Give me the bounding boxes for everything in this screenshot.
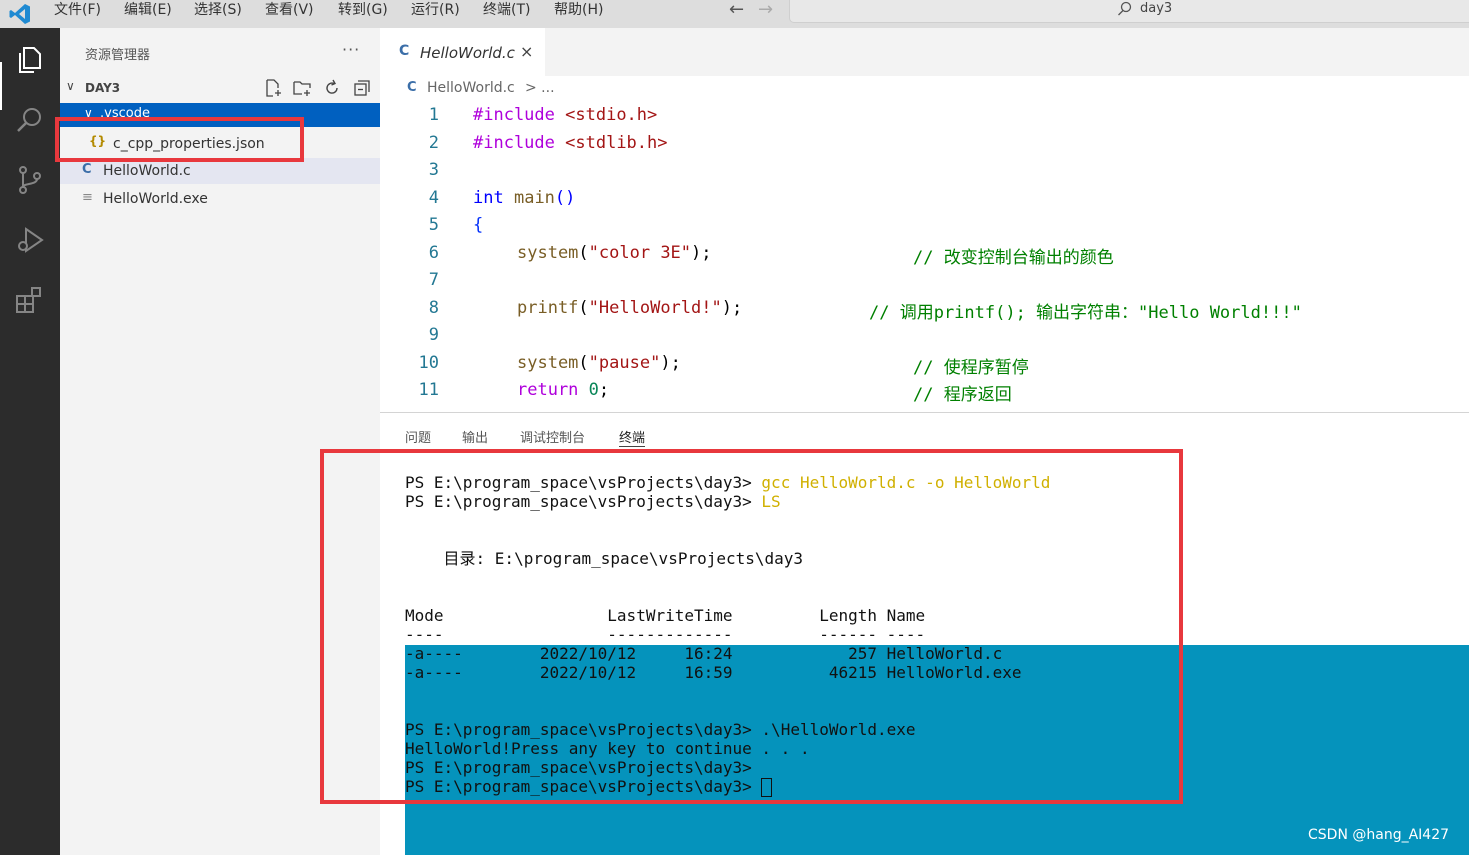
more-actions-button[interactable]: ··· xyxy=(342,40,360,59)
tab-problems[interactable]: 问题 xyxy=(405,427,431,446)
code-line[interactable]: system("color 3E"); xyxy=(517,243,712,263)
new-file-icon[interactable] xyxy=(263,78,283,98)
watermark: CSDN @hang_AI427 xyxy=(1308,827,1450,843)
breadcrumb-symbols[interactable]: > ... xyxy=(525,80,555,96)
search-text: day3 xyxy=(1140,1,1173,16)
vscode-logo-icon xyxy=(9,4,30,24)
c-file-icon: C xyxy=(399,43,410,59)
line-number: 8 xyxy=(428,298,439,318)
code-line[interactable]: return 0; xyxy=(517,380,609,400)
active-indicator xyxy=(0,62,2,110)
menu-run[interactable]: 运行(R) xyxy=(411,0,460,28)
tab-output[interactable]: 输出 xyxy=(462,427,488,446)
c-file-icon: C xyxy=(407,80,417,95)
collapse-all-icon[interactable] xyxy=(352,78,372,98)
line-number: 1 xyxy=(428,105,439,125)
menu-terminal[interactable]: 终端(T) xyxy=(483,0,530,28)
code-token: "pause" xyxy=(588,353,661,373)
breadcrumb-file[interactable]: HelloWorld.c xyxy=(427,80,515,96)
code-line[interactable]: #include <stdio.h> xyxy=(473,105,657,125)
explorer-title: 资源管理器 xyxy=(85,48,151,63)
code-token: system xyxy=(517,353,579,373)
close-icon[interactable]: × xyxy=(520,42,533,61)
panel-divider[interactable] xyxy=(380,412,1469,413)
line-number: 3 xyxy=(428,160,439,180)
forward-arrow-icon[interactable]: → xyxy=(758,0,773,20)
folder-chevron-icon[interactable]: ∨ xyxy=(66,79,75,93)
menu-goto[interactable]: 转到(G) xyxy=(338,0,388,28)
line-number: 11 xyxy=(418,380,439,400)
code-token: #include xyxy=(473,105,555,125)
code-token: int xyxy=(473,188,504,208)
code-comment: // 使程序暂停 xyxy=(913,358,1029,378)
highlight-box-terminal xyxy=(320,449,1183,804)
menu-help[interactable]: 帮助(H) xyxy=(554,0,603,28)
folder-title[interactable]: DAY3 xyxy=(85,81,120,95)
extensions-icon[interactable] xyxy=(14,284,46,316)
search-sidebar-icon[interactable] xyxy=(14,104,46,136)
tab-label: HelloWorld.c xyxy=(420,44,515,62)
code-line[interactable]: #include <stdlib.h> xyxy=(473,133,668,153)
code-comment: // 调用printf(); 输出字符串："Hello World!!!" xyxy=(869,303,1302,323)
back-arrow-icon[interactable]: ← xyxy=(729,0,744,20)
line-number: 4 xyxy=(428,188,439,208)
line-number: 5 xyxy=(428,215,439,235)
code-comment: // 程序返回 xyxy=(913,385,1012,405)
code-token: <stdio.h> xyxy=(565,105,658,125)
code-line[interactable]: system("pause"); xyxy=(517,353,681,373)
code-token: 0 xyxy=(588,380,599,400)
search-icon xyxy=(1118,1,1132,16)
code-token: main xyxy=(513,188,555,208)
code-token: return xyxy=(517,380,579,400)
code-token: "HelloWorld!" xyxy=(588,298,722,318)
code-line[interactable]: printf("HelloWorld!"); xyxy=(517,298,742,318)
code-token: #include xyxy=(473,133,555,153)
line-number: 10 xyxy=(418,353,439,373)
menu-view[interactable]: 查看(V) xyxy=(265,0,314,28)
menu-file[interactable]: 文件(F) xyxy=(54,0,101,28)
line-number: 7 xyxy=(428,270,439,290)
menu-edit[interactable]: 编辑(E) xyxy=(124,0,172,28)
line-number: 2 xyxy=(428,133,439,153)
code-line[interactable]: { xyxy=(473,215,483,235)
code-token: () xyxy=(554,188,576,208)
code-token: printf xyxy=(517,298,579,318)
source-control-icon[interactable] xyxy=(14,164,46,196)
tree-item-helloworld-exe[interactable]: HelloWorld.exe xyxy=(103,191,208,207)
run-debug-icon[interactable] xyxy=(14,224,46,256)
line-number: 6 xyxy=(428,243,439,263)
menu-selection[interactable]: 选择(S) xyxy=(194,0,242,28)
code-token: system xyxy=(517,243,579,263)
activity-bar xyxy=(0,28,60,855)
line-number: 9 xyxy=(428,325,439,345)
tab-debug-console[interactable]: 调试控制台 xyxy=(520,427,585,446)
new-folder-icon[interactable] xyxy=(292,78,312,98)
tab-terminal[interactable]: 终端 xyxy=(619,427,646,447)
code-token: "color 3E" xyxy=(588,243,692,263)
explorer-icon[interactable] xyxy=(14,44,46,76)
code-comment: // 改变控制台输出的颜色 xyxy=(913,248,1114,268)
exe-file-icon: ≡ xyxy=(82,190,93,205)
code-line[interactable]: int main() xyxy=(473,188,575,208)
c-file-icon: C xyxy=(82,162,92,177)
code-token: <stdlib.h> xyxy=(565,133,668,153)
tree-item-label: HelloWorld.c xyxy=(103,163,191,179)
refresh-icon[interactable] xyxy=(322,78,342,98)
highlight-box-json xyxy=(55,117,304,162)
